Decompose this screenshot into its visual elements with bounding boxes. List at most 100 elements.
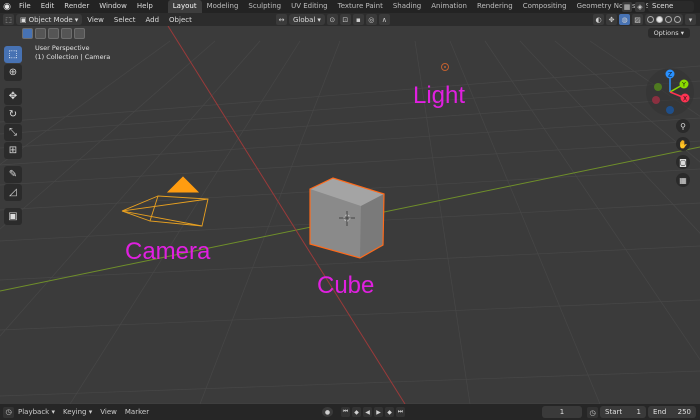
light-object[interactable]: [441, 63, 449, 71]
menu-select[interactable]: Select: [109, 16, 141, 24]
falloff-icon[interactable]: ∧: [378, 14, 390, 25]
pivot-icon[interactable]: ⊙: [326, 14, 338, 25]
start-frame-field[interactable]: Start 1: [600, 406, 646, 418]
x-axis-label: X: [683, 96, 687, 103]
perspective-label: User Perspective: [35, 44, 90, 52]
editor-type-icon[interactable]: ⬚: [3, 14, 14, 25]
proportional-edit-icon[interactable]: ◎: [365, 14, 377, 25]
chevron-down-icon: ▾: [680, 29, 684, 37]
gizmo-toggle-icon[interactable]: ✥: [606, 14, 617, 25]
cube-label: Cube: [317, 272, 375, 299]
neg-z-axis-handle[interactable]: [666, 106, 674, 114]
object-mode-icon: ▣: [20, 15, 27, 24]
selection-mode-buttons: [22, 28, 85, 39]
overlays-icon[interactable]: ◍: [619, 14, 630, 25]
menu-object[interactable]: Object: [164, 16, 197, 24]
chevron-down-icon[interactable]: ▾: [685, 14, 696, 25]
cursor-icon[interactable]: ⊕: [4, 64, 22, 81]
grid-view-icon[interactable]: ▦: [676, 173, 690, 187]
scene-name-field[interactable]: Scene: [648, 1, 694, 12]
rotate-icon[interactable]: ↻: [4, 106, 22, 123]
camera-view-icon[interactable]: ◙: [676, 155, 690, 169]
jump-end-icon[interactable]: ⏭: [396, 407, 405, 417]
move-icon[interactable]: ✥: [4, 88, 22, 105]
zoom-icon[interactable]: ⚲: [676, 119, 690, 133]
transform-icon[interactable]: ⊞: [4, 142, 22, 159]
blender-logo-icon[interactable]: ◉: [0, 0, 14, 13]
select-subtract-icon[interactable]: [48, 28, 59, 39]
select-invert-icon[interactable]: [61, 28, 72, 39]
menu-window[interactable]: Window: [94, 0, 132, 13]
record-icon[interactable]: ●: [322, 407, 333, 417]
orientation-icon[interactable]: ↔: [276, 14, 287, 25]
tab-sculpting[interactable]: Sculpting: [243, 0, 286, 13]
screen-layout-icon[interactable]: ▦: [622, 1, 632, 12]
playback-label: Playback: [18, 408, 50, 416]
end-frame-field[interactable]: End 250: [648, 406, 696, 418]
options-dropdown[interactable]: Options ▾: [647, 28, 690, 38]
jump-start-icon[interactable]: ⏮: [341, 407, 350, 417]
play-reverse-icon[interactable]: ◀: [363, 407, 372, 417]
tab-uv-editing[interactable]: UV Editing: [286, 0, 333, 13]
play-icon[interactable]: ▶: [374, 407, 383, 417]
solid-shading-icon[interactable]: [656, 16, 663, 23]
rendered-shading-icon[interactable]: [674, 16, 681, 23]
camera-label: Camera: [125, 238, 211, 265]
tab-layout[interactable]: Layout: [167, 0, 202, 13]
tab-shading[interactable]: Shading: [388, 0, 426, 13]
tab-modeling[interactable]: Modeling: [202, 0, 244, 13]
transport-controls: ● ⏮ ◆ ◀ ▶ ◆ ⏭: [322, 407, 405, 417]
object-mode-label: Object Mode: [28, 15, 73, 24]
visibility-icon[interactable]: ◐: [593, 14, 604, 25]
playback-menu[interactable]: Playback ▾: [14, 408, 59, 416]
object-mode-dropdown[interactable]: ▣ Object Mode ▾: [16, 14, 83, 25]
z-axis-label: Z: [668, 72, 672, 79]
scene-icon[interactable]: ◈: [635, 1, 645, 12]
3d-viewport[interactable]: User Perspective (1) Collection | Camera…: [0, 26, 700, 404]
material-shading-icon[interactable]: [665, 16, 672, 23]
scale-icon[interactable]: ⤡: [4, 124, 22, 141]
menu-view[interactable]: View: [82, 16, 109, 24]
select-intersect-icon[interactable]: [74, 28, 85, 39]
neg-x-axis-handle[interactable]: [652, 96, 660, 104]
cube-object[interactable]: [309, 177, 385, 259]
prev-keyframe-icon[interactable]: ◆: [352, 407, 361, 417]
keying-menu[interactable]: Keying ▾: [59, 408, 96, 416]
tab-texture-paint[interactable]: Texture Paint: [333, 0, 388, 13]
transform-controls: ↔ Global ▾ ⊙ ⊡ ▪ ◎ ∧: [276, 14, 390, 25]
timeline-editor-icon[interactable]: ◷: [3, 406, 14, 418]
select-box-icon[interactable]: ⬚: [4, 46, 22, 63]
marker-menu[interactable]: Marker: [121, 408, 153, 416]
wireframe-shading-icon[interactable]: [647, 16, 654, 23]
annotate-icon[interactable]: ✎: [4, 166, 22, 183]
next-keyframe-icon[interactable]: ◆: [385, 407, 394, 417]
navigation-gizmo[interactable]: Z Y X: [644, 66, 696, 118]
menu-help[interactable]: Help: [132, 0, 158, 13]
tab-animation[interactable]: Animation: [426, 0, 472, 13]
camera-object[interactable]: [121, 176, 209, 227]
viewport-scene: [0, 26, 700, 404]
select-extend-icon[interactable]: [35, 28, 46, 39]
menu-render[interactable]: Render: [59, 0, 94, 13]
menu-edit[interactable]: Edit: [36, 0, 60, 13]
timeline-view-menu[interactable]: View: [96, 408, 121, 416]
measure-icon[interactable]: ◿: [4, 184, 22, 201]
xray-icon[interactable]: ▨: [632, 14, 643, 25]
tab-rendering[interactable]: Rendering: [472, 0, 518, 13]
menu-add[interactable]: Add: [140, 16, 164, 24]
current-frame-field[interactable]: 1: [542, 406, 582, 418]
chevron-down-icon: ▾: [88, 408, 93, 416]
shading-mode-group: [645, 14, 683, 25]
select-new-icon[interactable]: [22, 28, 33, 39]
orientation-dropdown[interactable]: Global ▾: [289, 14, 325, 25]
menu-file[interactable]: File: [14, 0, 36, 13]
shading-controls: ◐ ✥ ◍ ▨ ▾: [593, 14, 696, 25]
add-cube-icon[interactable]: ▣: [4, 208, 22, 225]
snap-icon[interactable]: ⊡: [339, 14, 351, 25]
neg-y-axis-handle[interactable]: [654, 83, 662, 91]
navigation-buttons: ⚲ ✋ ◙ ▦: [676, 119, 690, 187]
tab-compositing[interactable]: Compositing: [518, 0, 572, 13]
snap-target-icon[interactable]: ▪: [352, 14, 364, 25]
pan-icon[interactable]: ✋: [676, 137, 690, 151]
clock-icon[interactable]: ◷: [587, 407, 598, 418]
